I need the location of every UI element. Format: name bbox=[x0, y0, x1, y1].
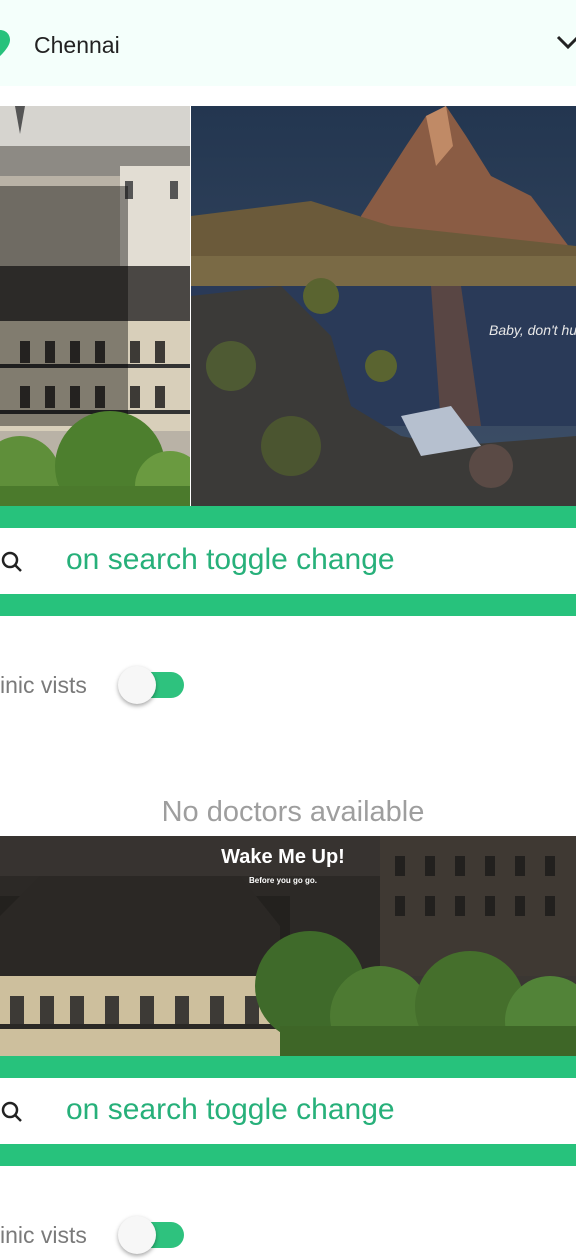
clinic-visits-filter: inic vists bbox=[0, 1210, 576, 1260]
accent-divider bbox=[0, 506, 576, 528]
location-city: Chennai bbox=[34, 32, 120, 58]
search-label: on search toggle change bbox=[66, 543, 395, 576]
accent-divider bbox=[0, 1056, 576, 1078]
search-toggle-row[interactable]: on search toggle change bbox=[0, 528, 576, 594]
clinic-visits-toggle[interactable] bbox=[118, 666, 186, 704]
search-label: on search toggle change bbox=[66, 1093, 395, 1126]
clinic-visits-filter: inic vists bbox=[0, 660, 576, 710]
empty-state-message: No doctors available bbox=[161, 796, 425, 828]
banner-image-wake-me-up: Wake Me Up! Before you go go. bbox=[0, 836, 576, 1056]
toggle-label: inic vists bbox=[0, 672, 87, 698]
banner-caption: Baby, don't hu bbox=[489, 322, 576, 338]
banner-image-lake: Baby, don't hu bbox=[191, 106, 576, 506]
clinic-visits-toggle[interactable] bbox=[118, 1216, 186, 1254]
search-icon[interactable] bbox=[0, 550, 24, 574]
search-icon[interactable] bbox=[0, 1100, 24, 1124]
location-selector[interactable]: Chennai bbox=[0, 0, 576, 86]
banner-subtitle: Before you go go. bbox=[249, 876, 317, 885]
accent-divider bbox=[0, 1144, 576, 1166]
search-toggle-row[interactable]: on search toggle change bbox=[0, 1078, 576, 1144]
banner-title: Wake Me Up! bbox=[221, 846, 345, 868]
chevron-down-icon[interactable] bbox=[556, 34, 576, 50]
banner-image-paris bbox=[0, 106, 190, 506]
location-pin-icon bbox=[0, 30, 10, 56]
accent-divider bbox=[0, 594, 576, 616]
